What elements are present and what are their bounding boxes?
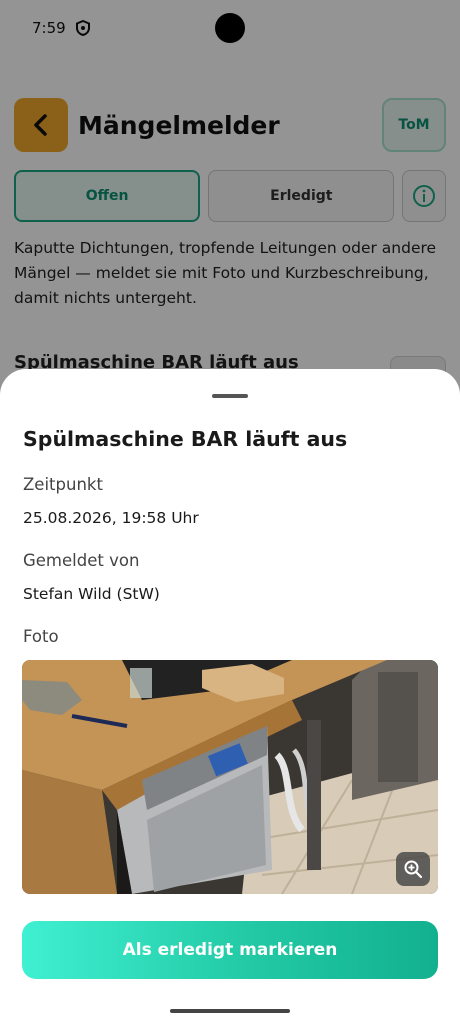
zoom-button[interactable] [396,852,430,886]
reporter-value: Stefan Wild (StW) [23,585,160,603]
time-label: Zeitpunkt [23,475,103,494]
defect-photo[interactable] [22,660,438,894]
phone-screen: 7:59 Mängelmelder ToM Offen Erledigt Kap… [0,0,460,1024]
photo-label: Foto [23,627,59,646]
home-indicator[interactable] [170,1009,290,1013]
photo-illustration [22,660,438,894]
zoom-in-icon [404,860,423,879]
reporter-label: Gemeldet von [23,551,140,570]
sheet-title: Spülmaschine BAR läuft aus [23,427,348,451]
sheet-drag-handle[interactable] [212,394,248,398]
detail-bottom-sheet: Spülmaschine BAR läuft aus Zeitpunkt 25.… [0,369,460,1024]
time-value: 25.08.2026, 19:58 Uhr [23,509,199,527]
mark-done-button[interactable]: Als erledigt markieren [22,921,438,979]
